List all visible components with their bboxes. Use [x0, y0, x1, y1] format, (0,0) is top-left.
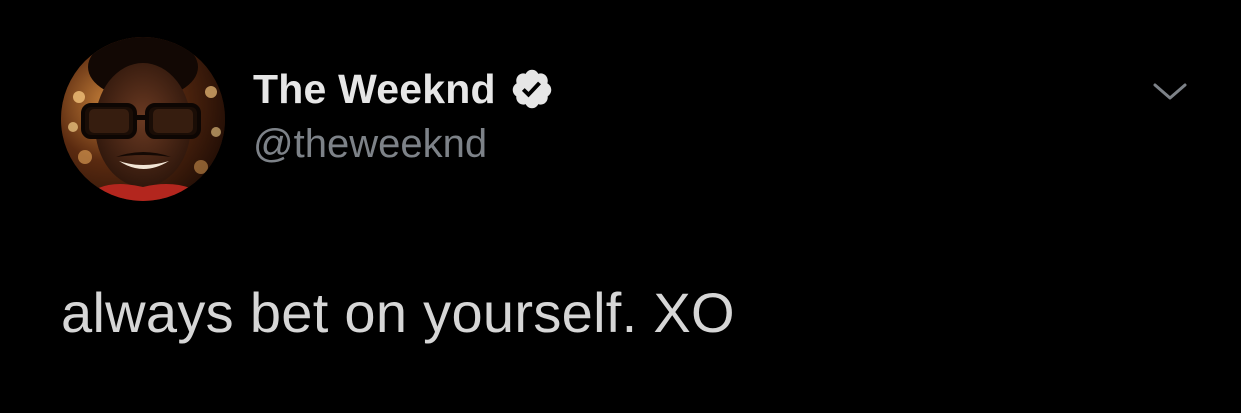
chevron-down-icon[interactable] — [1150, 76, 1190, 106]
avatar[interactable] — [61, 37, 225, 201]
tweet-card: The Weeknd @theweeknd always bet on your… — [0, 0, 1241, 413]
verified-badge-icon — [512, 69, 551, 109]
author-handle[interactable]: @theweeknd — [253, 122, 487, 167]
author-name-row: The Weeknd — [253, 64, 554, 114]
tweet-text: always bet on yourself. XO — [61, 281, 735, 344]
display-name[interactable]: The Weeknd — [253, 66, 496, 113]
avatar-image — [61, 37, 225, 201]
